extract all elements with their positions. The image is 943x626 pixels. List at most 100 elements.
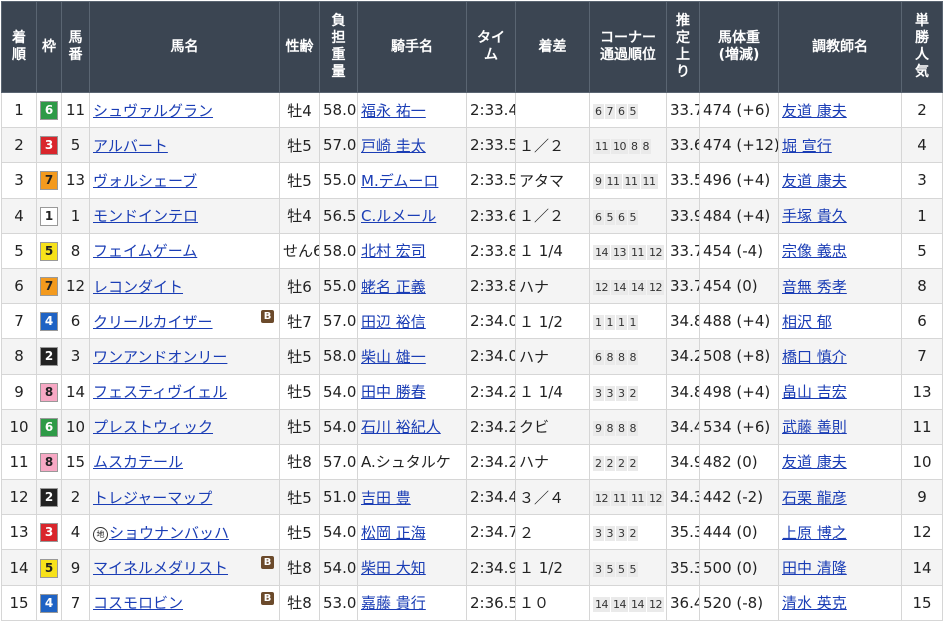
trainer-link[interactable]: 武藤 善則 (782, 418, 847, 436)
trainer-link[interactable]: 清水 英克 (782, 594, 847, 612)
trainer-cell[interactable]: 石栗 龍彦 (778, 479, 902, 516)
horse-name-link[interactable]: モンドインテロ (93, 207, 198, 225)
horse-name-cell[interactable]: トレジャーマップ (89, 479, 280, 516)
horse-name-cell[interactable]: 地ショウナンバッハ (89, 514, 280, 551)
horse-name-cell[interactable]: モンドインテロ (89, 197, 280, 234)
jockey-cell[interactable]: 吉田 豊 (357, 479, 467, 516)
trainer-link[interactable]: 畠山 吉宏 (782, 383, 847, 401)
jockey-link[interactable]: 福永 祐一 (361, 102, 426, 120)
jockey-cell[interactable]: 北村 宏司 (357, 232, 467, 269)
horse-name-link[interactable]: ワンアンドオンリー (93, 348, 227, 366)
trainer-link[interactable]: 堀 宣行 (782, 137, 832, 155)
horse-name-link[interactable]: コスモロビン (93, 594, 183, 612)
jockey-link[interactable]: 蛯名 正義 (361, 278, 426, 296)
corner-position: 6 (593, 350, 604, 366)
horse-name-cell[interactable]: クリールカイザー B (89, 303, 280, 340)
horse-name-link[interactable]: フェイムゲーム (93, 242, 197, 260)
trainer-cell[interactable]: 友道 康夫 (778, 162, 902, 199)
header-text: 勝 (915, 30, 929, 46)
trainer-cell[interactable]: 畠山 吉宏 (778, 373, 902, 410)
trainer-link[interactable]: 友道 康夫 (782, 453, 847, 471)
horse-name-link[interactable]: レコンダイト (93, 278, 183, 296)
jockey-link[interactable]: 北村 宏司 (361, 242, 426, 260)
jockey-link[interactable]: 柴山 雄一 (361, 348, 426, 366)
trainer-link[interactable]: 石栗 龍彦 (782, 489, 847, 507)
trainer-link[interactable]: 音無 秀孝 (782, 278, 847, 296)
margin: １ 1/2 (519, 312, 563, 331)
finish-time: 2:36.5 (470, 593, 516, 612)
jockey-cell[interactable]: 福永 祐一 (357, 91, 467, 129)
trainer-cell[interactable]: 橋口 慎介 (778, 338, 902, 375)
jockey-link[interactable]: 松岡 正海 (361, 524, 426, 542)
sex-age-cell: 牡5 (279, 479, 320, 516)
horse-name-link[interactable]: ショウナンバッハ (109, 524, 229, 542)
rank-cell: 10 (1, 408, 37, 445)
trainer-link[interactable]: 橋口 慎介 (782, 348, 847, 366)
trainer-cell[interactable]: 宗像 義忠 (778, 232, 902, 269)
horse-name-cell[interactable]: レコンダイト (89, 267, 280, 305)
trainer-link[interactable]: 相沢 郁 (782, 313, 832, 331)
horse-name-cell[interactable]: プレストウィック (89, 408, 280, 445)
jockey-cell[interactable]: 松岡 正海 (357, 514, 467, 551)
horse-name-cell[interactable]: フェイムゲーム (89, 232, 280, 269)
margin-cell: アタマ (515, 162, 590, 199)
jockey-link[interactable]: 戸崎 圭太 (361, 137, 426, 155)
trainer-cell[interactable]: 上原 博之 (778, 514, 902, 551)
trainer-link[interactable]: 宗像 義忠 (782, 242, 847, 260)
trainer-link[interactable]: 田中 清隆 (782, 559, 847, 577)
jockey-link[interactable]: 田中 勝春 (361, 383, 426, 401)
trainer-cell[interactable]: 友道 康夫 (778, 443, 902, 481)
jockey-cell[interactable]: 戸崎 圭太 (357, 127, 467, 164)
horse-name-link[interactable]: トレジャーマップ (93, 489, 212, 507)
jockey-link[interactable]: 吉田 豊 (361, 489, 411, 507)
jockey-cell[interactable]: 柴田 大知 (357, 549, 467, 586)
jockey-cell[interactable]: 田辺 裕信 (357, 303, 467, 340)
horse-name-cell[interactable]: ヴォルシェーブ (89, 162, 280, 199)
trainer-link[interactable]: 上原 博之 (782, 524, 847, 542)
jockey-cell[interactable]: 石川 裕紀人 (357, 408, 467, 445)
jockey-link[interactable]: 石川 裕紀人 (361, 418, 441, 436)
horse-name-cell[interactable]: ワンアンドオンリー (89, 338, 280, 375)
trainer-link[interactable]: 手塚 貴久 (782, 207, 847, 225)
horse-name-cell[interactable]: ムスカテール (89, 443, 280, 481)
jockey-link[interactable]: 田辺 裕信 (361, 313, 426, 331)
trainer-cell[interactable]: 手塚 貴久 (778, 197, 902, 234)
jockey-cell[interactable]: 田中 勝春 (357, 373, 467, 410)
jockey-link[interactable]: 柴田 大知 (361, 559, 426, 577)
horse-name-link[interactable]: アルバート (93, 137, 168, 155)
jockey-cell[interactable]: M.デムーロ (357, 162, 467, 199)
jockey-cell[interactable]: 嘉藤 貴行 (357, 584, 467, 621)
jockey-cell[interactable]: C.ルメール (357, 197, 467, 234)
waku-badge: 1 (40, 206, 58, 226)
horse-name-link[interactable]: クリールカイザー (93, 313, 213, 331)
horse-name-cell[interactable]: コスモロビン B (89, 584, 280, 621)
bodyweight-cell: 488 (+4) (699, 303, 779, 340)
horse-name-link[interactable]: プレストウィック (93, 418, 213, 436)
trainer-cell[interactable]: 武藤 善則 (778, 408, 902, 445)
horse-name-link[interactable]: ムスカテール (93, 453, 183, 471)
trainer-cell[interactable]: 音無 秀孝 (778, 267, 902, 305)
jockey-link[interactable]: 嘉藤 貴行 (361, 594, 426, 612)
trainer-cell[interactable]: 田中 清隆 (778, 549, 902, 586)
horse-name-cell[interactable]: フェスティヴイェル (89, 373, 280, 410)
jockey-cell[interactable]: 蛯名 正義 (357, 267, 467, 305)
jockey-link[interactable]: M.デムーロ (361, 172, 438, 190)
trainer-link[interactable]: 友道 康夫 (782, 172, 847, 190)
horse-name-cell[interactable]: シュヴァルグラン (89, 91, 280, 129)
horse-name-cell[interactable]: マイネルメダリスト B (89, 549, 280, 586)
horse-name-link[interactable]: ヴォルシェーブ (93, 172, 197, 190)
trainer-cell[interactable]: 清水 英克 (778, 584, 902, 621)
header-text: 調教師名 (812, 38, 868, 55)
horse-name-link[interactable]: マイネルメダリスト (93, 559, 228, 577)
trainer-link[interactable]: 友道 康夫 (782, 102, 847, 120)
umaban-cell: 14 (61, 373, 90, 410)
jockey-cell[interactable]: 柴山 雄一 (357, 338, 467, 375)
trainer-cell[interactable]: 友道 康夫 (778, 91, 902, 129)
jockey-link[interactable]: C.ルメール (361, 207, 436, 225)
time-cell: 2:34.0 (466, 338, 516, 375)
horse-name-link[interactable]: フェスティヴイェル (93, 383, 227, 401)
trainer-cell[interactable]: 堀 宣行 (778, 127, 902, 164)
trainer-cell[interactable]: 相沢 郁 (778, 303, 902, 340)
horse-name-cell[interactable]: アルバート (89, 127, 280, 164)
horse-name-link[interactable]: シュヴァルグラン (93, 102, 213, 120)
